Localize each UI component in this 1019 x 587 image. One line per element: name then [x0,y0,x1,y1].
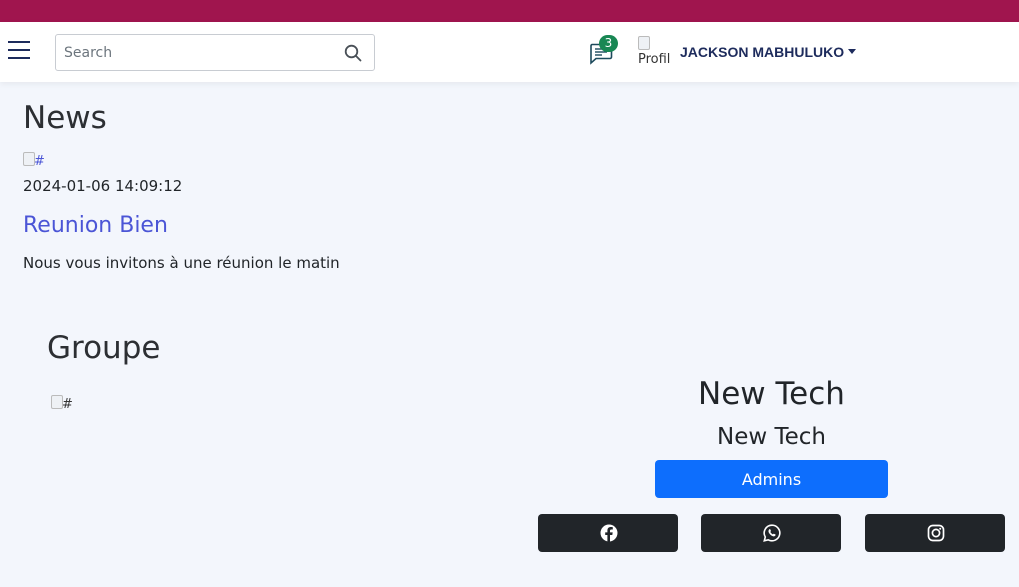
whatsapp-button[interactable] [701,514,841,552]
news-heading: News [23,100,107,136]
search-box [55,34,375,71]
group-name: New Tech [698,376,845,412]
group-subtitle: New Tech [717,424,826,450]
broken-image-icon [638,36,650,50]
user-name: JACKSON MABHULUKO [680,44,845,60]
group-heading: Groupe [47,330,161,366]
instagram-icon [927,524,945,542]
navbar: 3 Profil JACKSON MABHULUKO [0,22,1019,82]
instagram-button[interactable] [865,514,1005,552]
admins-button[interactable]: Admins [655,460,888,498]
top-color-bar [0,0,1019,22]
news-image-alt: # [34,154,45,169]
facebook-button[interactable] [538,514,678,552]
messages-button[interactable]: 3 [589,35,619,67]
facebook-icon [600,524,618,542]
messages-count-badge: 3 [599,35,618,52]
search-icon[interactable] [344,44,362,62]
avatar-alt-text: Profil [638,52,671,67]
news-body: Nous vous invitons à une réunion le mati… [23,254,340,272]
menu-toggle-icon[interactable] [8,41,30,63]
user-menu-toggle[interactable]: JACKSON MABHULUKO [680,44,857,60]
news-headline-link[interactable]: Reunion Bien [23,213,168,238]
search-input[interactable] [56,35,336,70]
whatsapp-icon [763,524,781,542]
avatar[interactable]: Profil [638,36,672,70]
news-date: 2024-01-06 14:09:12 [23,177,183,195]
caret-down-icon [848,49,857,54]
group-image-alt: # [62,397,73,412]
